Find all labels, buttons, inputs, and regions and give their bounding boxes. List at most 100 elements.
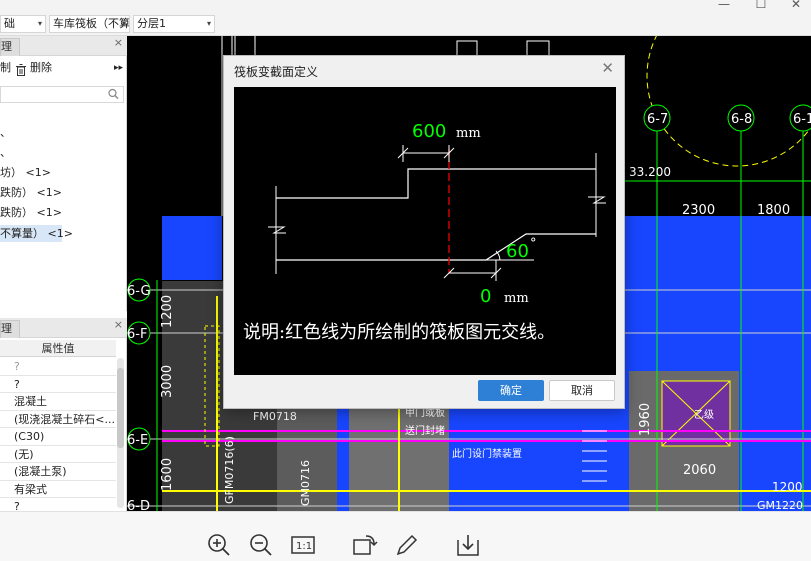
- door-label: GM0716: [299, 460, 312, 506]
- edit-pencil-icon[interactable]: [394, 532, 420, 558]
- property-row[interactable]: ?: [0, 376, 116, 393]
- layer-value: 分层1: [137, 17, 166, 30]
- angle-input[interactable]: 60: [506, 241, 529, 262]
- actual-size-icon[interactable]: 1:1: [290, 532, 316, 558]
- search-icon[interactable]: [108, 87, 119, 104]
- annotation-text: 送门封堵: [405, 424, 445, 437]
- property-row[interactable]: (无): [0, 446, 116, 463]
- dimension-label: 1200: [772, 480, 803, 494]
- component-toolbar: 制 删除 ▸▸: [0, 57, 127, 79]
- tree-item[interactable]: 跌防） <1>: [0, 204, 62, 221]
- axis-label: 6-F: [127, 327, 147, 342]
- layer-select[interactable]: 分层1 ▾: [133, 15, 215, 33]
- axis-label: 6-7: [647, 112, 668, 127]
- width-input[interactable]: 600: [412, 121, 446, 142]
- tab-property-manage[interactable]: 理: [0, 320, 20, 338]
- dialog-title: 筏板变截面定义: [234, 65, 319, 79]
- tree-item[interactable]: 坊） <1>: [0, 164, 51, 181]
- panel-header: 理 ×: [0, 36, 127, 56]
- dimension-label: 1600: [160, 458, 175, 491]
- annotation-text: 此门设门禁装置: [452, 447, 522, 460]
- angle-unit: °: [530, 236, 537, 251]
- property-value: 混凝土: [14, 395, 47, 408]
- component-value: 车库筏板（不算: [53, 17, 130, 30]
- axis-label: 6-E: [127, 433, 148, 448]
- more-icon[interactable]: ▸▸: [114, 57, 123, 79]
- rotate-icon[interactable]: [352, 532, 378, 558]
- property-value: (混凝土泵): [14, 465, 67, 478]
- offset-unit: mm: [504, 291, 529, 306]
- property-row[interactable]: 混凝土: [0, 393, 116, 411]
- delete-button[interactable]: 删除: [30, 57, 52, 79]
- tree-item[interactable]: 跌防） <1>: [0, 184, 62, 201]
- search-input[interactable]: [0, 86, 124, 103]
- property-row[interactable]: (现浇混凝土碎石<...: [0, 411, 116, 428]
- copy-button[interactable]: 制: [0, 57, 11, 79]
- slab-region: [162, 216, 222, 280]
- chevron-down-icon: ▾: [37, 19, 42, 28]
- zoom-out-icon[interactable]: [248, 532, 274, 558]
- offset-input[interactable]: 0: [480, 286, 491, 307]
- axis-label: 6-D: [127, 499, 150, 511]
- trash-icon[interactable]: [16, 62, 26, 76]
- close-icon[interactable]: ×: [114, 36, 123, 49]
- scrollbar-thumb[interactable]: [117, 368, 124, 448]
- axis-label: 6-8: [731, 112, 752, 127]
- property-scrollbar[interactable]: [117, 358, 124, 508]
- component-select[interactable]: 车库筏板（不算 ▾: [49, 15, 130, 33]
- component-list-panel: 理 × 制 删除 ▸▸ 、 、 坊） <1> 跌防） <1> 跌防） <1> 不…: [0, 36, 127, 311]
- download-icon[interactable]: [455, 532, 481, 558]
- cancel-button[interactable]: 取消: [549, 380, 615, 401]
- section-preview: 600 mm 60 ° 0 mm 说明:红色线为所绘制的筏板图元交线。: [234, 87, 616, 375]
- dialog-note: 说明:红色线为所绘制的筏板图元交线。: [243, 322, 555, 343]
- zoom-in-icon[interactable]: [206, 532, 232, 558]
- property-value: ?: [14, 360, 20, 373]
- floor-type-value: 础: [4, 17, 15, 30]
- dimension-label: 1960: [638, 403, 653, 436]
- circle-arc: [646, 36, 811, 167]
- property-row[interactable]: (混凝土泵): [0, 463, 116, 481]
- door-label: GFM0716(6): [223, 436, 236, 504]
- tab-component-manage[interactable]: 理: [0, 38, 20, 56]
- slab-top-edge: [276, 168, 596, 199]
- property-row[interactable]: (C30): [0, 428, 116, 446]
- dimension-label: 1200: [160, 295, 175, 328]
- svg-text:1:1: 1:1: [296, 541, 312, 552]
- width-unit: mm: [456, 126, 481, 141]
- minimize-button[interactable]: —: [709, 0, 739, 12]
- close-window-button[interactable]: ✕: [781, 0, 811, 12]
- dimension-label: 1800: [757, 203, 790, 218]
- property-value-header: 属性值: [0, 340, 116, 357]
- axis-label: 6-1: [793, 112, 811, 127]
- property-row[interactable]: 有梁式: [0, 481, 116, 498]
- property-value: (无): [14, 447, 34, 461]
- viewer-toolbar: 1:1: [0, 511, 811, 561]
- chevron-down-icon: ▾: [206, 19, 211, 28]
- door-label: FM0718: [253, 410, 297, 423]
- floor-type-select[interactable]: 础 ▾: [0, 15, 46, 33]
- property-value: (C30): [14, 430, 45, 443]
- property-value: (现浇混凝土碎石<...: [14, 412, 115, 426]
- dimension-label: 2300: [682, 203, 715, 218]
- close-icon[interactable]: ×: [114, 318, 123, 331]
- top-toolbar: — ☐ ✕ 础 ▾ 车库筏板（不算 ▾ 分层1 ▾: [0, 0, 811, 36]
- annotation-text: 乙级: [694, 409, 714, 421]
- property-row[interactable]: ?: [0, 358, 116, 376]
- dimension-label: 2060: [683, 463, 716, 478]
- break-symbol: [588, 196, 606, 204]
- tree-item-selected[interactable]: 不算量） <1>: [0, 225, 73, 242]
- app-window: — ☐ ✕ 础 ▾ 车库筏板（不算 ▾ 分层1 ▾ 理 × 制 删除 ▸▸ 、 …: [0, 0, 811, 561]
- tree-item[interactable]: 、: [0, 124, 20, 141]
- section-diagram: 600 mm 60 ° 0 mm 说明:红色线为所绘制的筏板图元交线。: [243, 121, 606, 343]
- dimension-label: 3000: [160, 365, 175, 398]
- break-symbol: [268, 226, 286, 234]
- slab-section-dialog: 筏板变截面定义 ✕ 600 mm 60 ° 0 mm 说明:红色线为所绘制的筏板…: [223, 55, 625, 409]
- property-value: ?: [14, 377, 20, 391]
- tree-item[interactable]: 、: [0, 144, 20, 161]
- maximize-button[interactable]: ☐: [746, 0, 776, 12]
- close-icon[interactable]: ✕: [601, 59, 614, 77]
- slab-bottom-edge: [276, 233, 596, 261]
- property-value: 有梁式: [14, 482, 47, 496]
- confirm-button[interactable]: 确定: [478, 380, 544, 401]
- chevron-down-icon: ▾: [121, 19, 126, 28]
